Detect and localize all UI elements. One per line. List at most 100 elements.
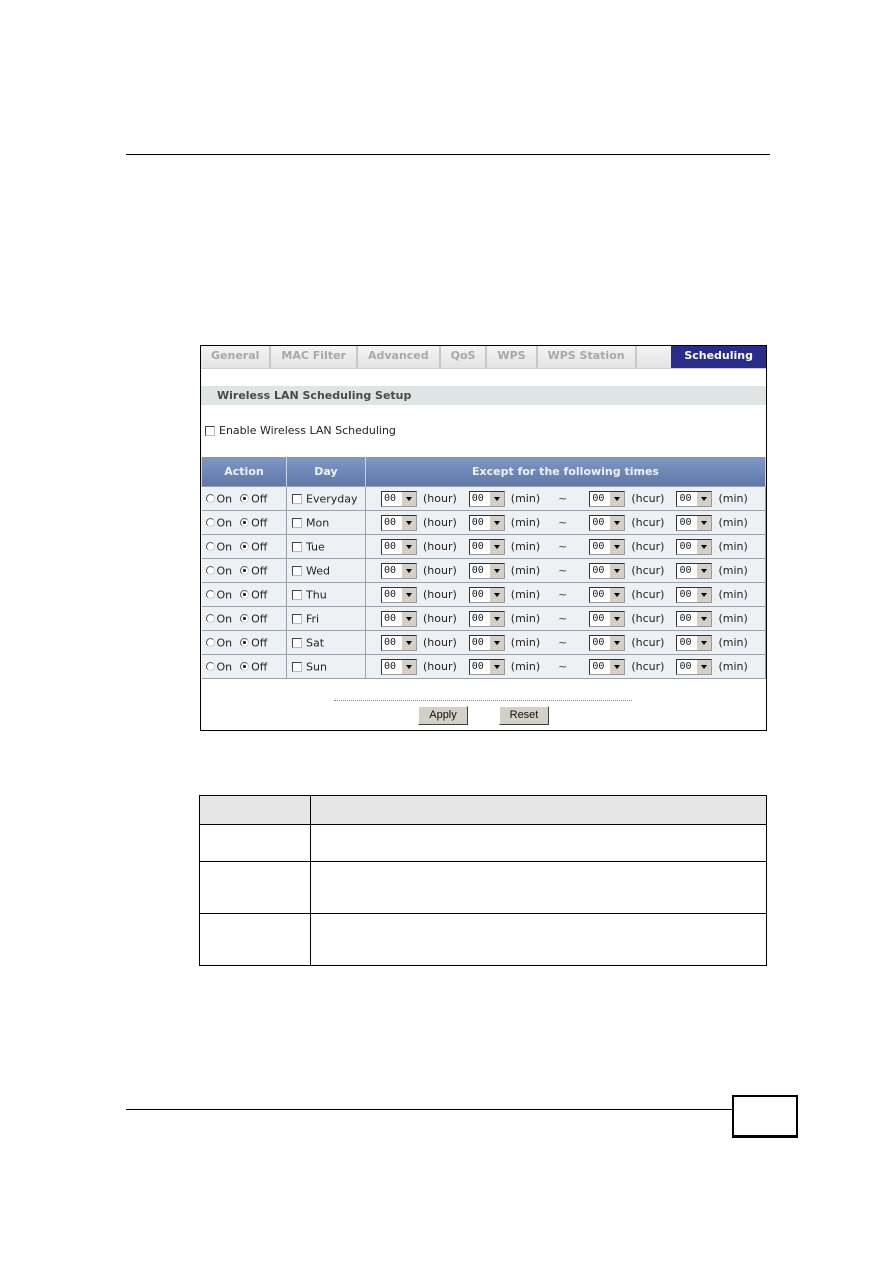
start-hour-select[interactable]: 00 bbox=[381, 490, 417, 507]
end-hour-select[interactable]: 00 bbox=[589, 490, 626, 507]
start-min-select[interactable]: 00 bbox=[468, 586, 505, 603]
action-on-radio[interactable] bbox=[205, 494, 215, 504]
end-min-select[interactable]: 00 bbox=[676, 634, 713, 651]
start-hour-select[interactable]: 00 bbox=[381, 562, 417, 579]
end-hour-select[interactable]: 00 bbox=[589, 634, 626, 651]
chevron-down-icon[interactable] bbox=[401, 539, 416, 554]
chevron-down-icon[interactable] bbox=[609, 659, 625, 674]
day-checkbox[interactable] bbox=[292, 541, 302, 552]
end-hour-select[interactable]: 00 bbox=[589, 538, 626, 555]
end-min-select[interactable]: 00 bbox=[676, 514, 713, 531]
action-off-radio[interactable] bbox=[240, 614, 250, 624]
chevron-down-icon[interactable] bbox=[609, 539, 625, 554]
chevron-down-icon[interactable] bbox=[609, 515, 625, 530]
chevron-down-icon[interactable] bbox=[488, 611, 504, 626]
chevron-down-icon[interactable] bbox=[401, 611, 416, 626]
chevron-down-icon[interactable] bbox=[488, 659, 504, 674]
action-on-radio[interactable] bbox=[205, 638, 215, 648]
start-min-select[interactable]: 00 bbox=[468, 610, 505, 627]
chevron-down-icon[interactable] bbox=[609, 611, 625, 626]
start-min-select[interactable]: 00 bbox=[468, 490, 505, 507]
chevron-down-icon[interactable] bbox=[401, 659, 416, 674]
chevron-down-icon[interactable] bbox=[696, 563, 712, 578]
start-hour-select[interactable]: 00 bbox=[381, 610, 417, 627]
chevron-down-icon[interactable] bbox=[696, 659, 712, 674]
tab-mac-filter[interactable]: MAC Filter bbox=[271, 346, 358, 368]
chevron-down-icon[interactable] bbox=[401, 635, 416, 650]
chevron-down-icon[interactable] bbox=[696, 515, 712, 530]
tab-wps[interactable]: WPS bbox=[487, 346, 538, 368]
end-hour-select[interactable]: 00 bbox=[589, 658, 626, 675]
day-checkbox[interactable] bbox=[292, 661, 302, 672]
day-checkbox[interactable] bbox=[292, 637, 302, 648]
end-min-select[interactable]: 00 bbox=[676, 490, 713, 507]
chevron-down-icon[interactable] bbox=[401, 563, 416, 578]
chevron-down-icon[interactable] bbox=[696, 611, 712, 626]
tab-qos[interactable]: QoS bbox=[441, 346, 488, 368]
tab-advanced[interactable]: Advanced bbox=[358, 346, 441, 368]
start-min-select[interactable]: 00 bbox=[468, 562, 505, 579]
start-min-select[interactable]: 00 bbox=[468, 658, 505, 675]
chevron-down-icon[interactable] bbox=[401, 515, 416, 530]
chevron-down-icon[interactable] bbox=[488, 563, 504, 578]
action-on-radio[interactable] bbox=[205, 542, 215, 552]
action-off-radio[interactable] bbox=[240, 542, 250, 552]
end-hour-select[interactable]: 00 bbox=[589, 514, 626, 531]
action-off-radio[interactable] bbox=[240, 590, 250, 600]
chevron-down-icon[interactable] bbox=[488, 491, 504, 506]
tab-scheduling[interactable]: Scheduling bbox=[671, 346, 766, 368]
day-checkbox[interactable] bbox=[292, 589, 302, 600]
chevron-down-icon[interactable] bbox=[609, 491, 625, 506]
action-on-radio[interactable] bbox=[205, 518, 215, 528]
start-hour-select[interactable]: 00 bbox=[381, 634, 417, 651]
action-off-radio[interactable] bbox=[240, 566, 250, 576]
chevron-down-icon[interactable] bbox=[488, 635, 504, 650]
day-cell: Tue bbox=[286, 534, 366, 559]
tab-wps-station[interactable]: WPS Station bbox=[538, 346, 637, 368]
start-hour-select[interactable]: 00 bbox=[381, 514, 417, 531]
end-min-select[interactable]: 00 bbox=[676, 586, 713, 603]
apply-button[interactable]: Apply bbox=[418, 706, 468, 725]
chevron-down-icon[interactable] bbox=[696, 635, 712, 650]
day-checkbox[interactable] bbox=[292, 613, 302, 624]
chevron-down-icon[interactable] bbox=[696, 491, 712, 506]
day-checkbox[interactable] bbox=[292, 493, 302, 504]
end-min-select[interactable]: 00 bbox=[676, 658, 713, 675]
end-hour-select[interactable]: 00 bbox=[589, 610, 626, 627]
chevron-down-icon[interactable] bbox=[696, 539, 712, 554]
action-off-radio[interactable] bbox=[240, 518, 250, 528]
action-off-radio[interactable] bbox=[240, 638, 250, 648]
end-min-select[interactable]: 00 bbox=[676, 538, 713, 555]
chevron-down-icon[interactable] bbox=[401, 587, 416, 602]
action-off-radio[interactable] bbox=[240, 662, 250, 672]
tab-general[interactable]: General bbox=[201, 346, 272, 368]
time-unit-label: (min) bbox=[510, 612, 541, 625]
chevron-down-icon[interactable] bbox=[488, 539, 504, 554]
action-on-radio[interactable] bbox=[205, 662, 215, 672]
start-min-select[interactable]: 00 bbox=[468, 634, 505, 651]
end-min-select[interactable]: 00 bbox=[676, 562, 713, 579]
chevron-down-icon[interactable] bbox=[609, 563, 625, 578]
end-hour-select[interactable]: 00 bbox=[589, 562, 626, 579]
action-off-radio[interactable] bbox=[240, 494, 250, 504]
chevron-down-icon[interactable] bbox=[401, 491, 416, 506]
start-min-select[interactable]: 00 bbox=[468, 538, 505, 555]
end-hour-select[interactable]: 00 bbox=[589, 586, 626, 603]
chevron-down-icon[interactable] bbox=[609, 635, 625, 650]
day-checkbox[interactable] bbox=[292, 517, 302, 528]
start-hour-select[interactable]: 00 bbox=[381, 586, 417, 603]
enable-scheduling-checkbox[interactable] bbox=[205, 425, 215, 436]
start-min-select[interactable]: 00 bbox=[468, 514, 505, 531]
end-min-select[interactable]: 00 bbox=[676, 610, 713, 627]
chevron-down-icon[interactable] bbox=[696, 587, 712, 602]
chevron-down-icon[interactable] bbox=[488, 587, 504, 602]
chevron-down-icon[interactable] bbox=[488, 515, 504, 530]
reset-button[interactable]: Reset bbox=[499, 706, 549, 725]
start-hour-select[interactable]: 00 bbox=[381, 658, 417, 675]
chevron-down-icon[interactable] bbox=[609, 587, 625, 602]
action-on-radio[interactable] bbox=[205, 590, 215, 600]
day-checkbox[interactable] bbox=[292, 565, 302, 576]
action-on-radio[interactable] bbox=[205, 566, 215, 576]
start-hour-select[interactable]: 00 bbox=[381, 538, 417, 555]
action-on-radio[interactable] bbox=[205, 614, 215, 624]
